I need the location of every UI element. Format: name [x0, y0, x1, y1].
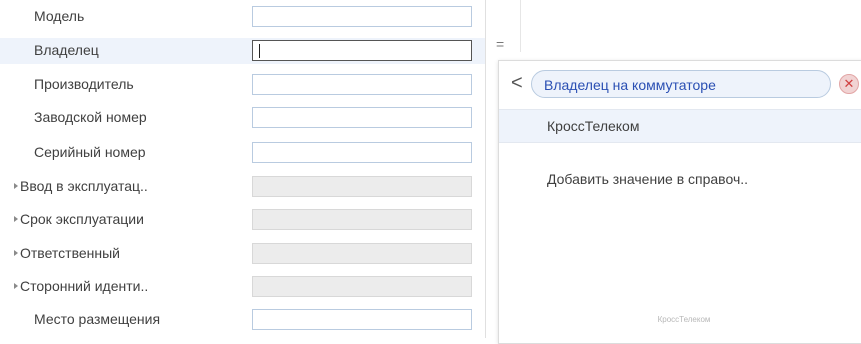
expand-triangle-icon	[14, 216, 18, 222]
commissioning-field	[252, 176, 472, 197]
owner-label: Владелец	[34, 42, 99, 58]
expand-triangle-icon	[14, 250, 18, 256]
responsible-field	[252, 243, 472, 264]
factory-number-label: Заводской номер	[34, 109, 147, 125]
commissioning-label: Ввод в эксплуатац..	[20, 178, 148, 194]
external-id-group[interactable]: Сторонний иденти..	[14, 278, 148, 294]
row-responsible: Ответственный	[0, 241, 485, 267]
manufacturer-label: Производитель	[34, 76, 134, 92]
back-arrow-icon[interactable]: <	[511, 73, 523, 93]
responsible-label: Ответственный	[20, 245, 120, 261]
responsible-group[interactable]: Ответственный	[14, 245, 120, 261]
watermark: КроссТелеком	[657, 315, 711, 324]
model-field[interactable]	[252, 6, 472, 27]
owner-dropdown-popup: < Владелец на коммутаторе ✕ КроссТелеком…	[498, 60, 861, 344]
external-id-field	[252, 276, 472, 297]
manufacturer-field[interactable]	[252, 74, 472, 95]
add-value-link[interactable]: Добавить значение в справоч..	[547, 171, 748, 187]
text-caret	[259, 44, 260, 58]
location-label: Место размещения	[34, 311, 161, 327]
external-id-label: Сторонний иденти..	[20, 278, 149, 294]
factory-number-field[interactable]	[252, 107, 472, 128]
commissioning-group[interactable]: Ввод в эксплуатац..	[14, 178, 148, 194]
list-item[interactable]: КроссТелеком	[499, 109, 861, 143]
panel-divider	[485, 0, 486, 338]
service-life-group[interactable]: Срок эксплуатации	[14, 211, 144, 227]
model-label: Модель	[34, 8, 85, 24]
expand-triangle-icon	[14, 183, 18, 189]
list-item-label: КроссТелеком	[547, 118, 640, 134]
ruler-line	[520, 0, 521, 52]
service-life-label: Срок эксплуатации	[20, 211, 144, 227]
serial-number-field[interactable]	[252, 142, 472, 163]
row-manufacturer: Производитель	[0, 72, 485, 98]
search-input[interactable]: Владелец на коммутаторе	[531, 70, 831, 98]
row-factory-number: Заводской номер	[0, 105, 485, 131]
owner-field[interactable]	[252, 40, 472, 61]
row-model: Модель	[0, 4, 485, 30]
location-field[interactable]	[252, 309, 472, 330]
row-external-id: Сторонний иденти..	[0, 274, 485, 300]
row-service-life: Срок эксплуатации	[0, 207, 485, 233]
row-location: Место размещения	[0, 307, 485, 333]
properties-form: Модель Владелец Производитель Заводской …	[0, 0, 485, 338]
clear-icon[interactable]: ✕	[839, 74, 859, 94]
equals-icon[interactable]: =	[496, 36, 504, 52]
row-serial-number: Серийный номер	[0, 140, 485, 166]
row-owner: Владелец	[0, 38, 485, 64]
row-commissioning: Ввод в эксплуатац..	[0, 174, 485, 200]
popup-header: < Владелец на коммутаторе ✕	[499, 61, 861, 109]
search-input-value: Владелец на коммутаторе	[544, 77, 716, 93]
expand-triangle-icon	[14, 283, 18, 289]
service-life-field	[252, 209, 472, 230]
serial-number-label: Серийный номер	[34, 144, 146, 160]
